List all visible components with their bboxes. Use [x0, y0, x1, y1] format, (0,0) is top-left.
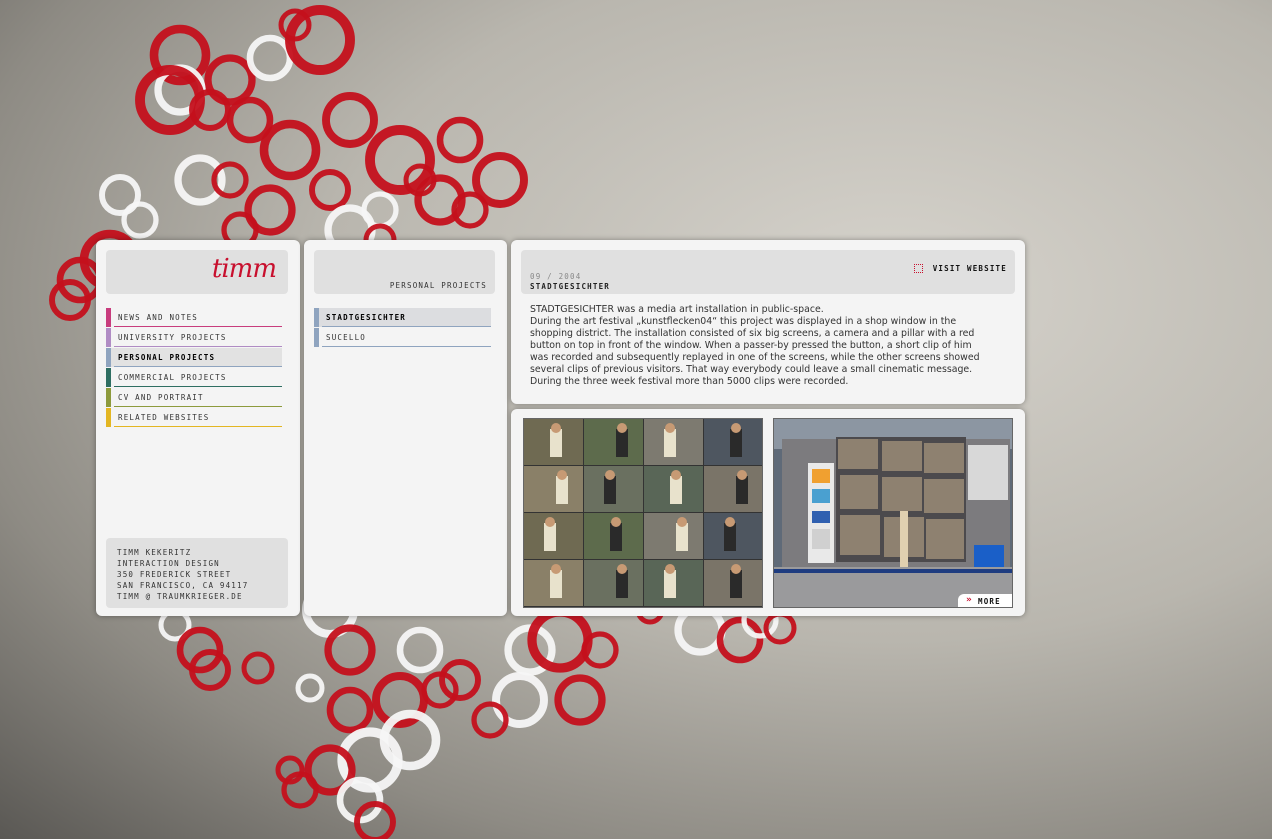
nav-item-label: Commercial Projects [118, 373, 227, 382]
contact-name: Timm Kekeritz [117, 548, 192, 557]
gallery-panel: » More [511, 409, 1025, 616]
description-line: was recorded and subsequently replayed i… [530, 352, 980, 363]
section-title: Personal Projects [389, 281, 487, 290]
project-list: Stadtgesichter Sucello [314, 308, 491, 348]
project-item[interactable]: Stadtgesichter [314, 308, 491, 327]
nav-item[interactable]: Commercial Projects [106, 368, 282, 387]
project-description: STADTGESICHTER was a media art installat… [530, 304, 1020, 388]
description-line: button on top in front of the window. Wh… [530, 340, 972, 351]
nav-item[interactable]: University Projects [106, 328, 282, 347]
description-line: several clips of previous visitors. That… [530, 364, 973, 375]
nav-item-label: News and Notes [118, 313, 199, 322]
description-line: STADTGESICHTER was a media art installat… [530, 304, 824, 315]
project-color-bar [314, 328, 319, 347]
nav-color-bar [106, 408, 111, 427]
contact-street: 350 Frederick Street [117, 570, 232, 579]
nav-item-label: Related Websites [118, 413, 210, 422]
more-button[interactable]: » More [958, 594, 1012, 607]
project-date: 09 / 2004 [530, 272, 582, 281]
description-line: During the art festival „kunstflecken04“… [530, 316, 957, 327]
project-detail-panel: 09 / 2004 Stadtgesichter Visit Website S… [511, 240, 1025, 404]
project-list-panel: Personal Projects Stadtgesichter Sucello [304, 240, 507, 616]
nav-item-label: University Projects [118, 333, 227, 342]
more-label: More [978, 597, 1001, 606]
photo-video-grid[interactable] [523, 418, 763, 608]
nav-item[interactable]: CV and Portrait [106, 388, 282, 407]
double-chevron-icon: » [966, 595, 972, 605]
nav-color-bar [106, 308, 111, 327]
visit-website-link[interactable]: Visit Website [913, 258, 1007, 277]
contact-role: Interaction Design [117, 559, 220, 568]
nav-color-bar [106, 388, 111, 407]
project-item-label: Stadtgesichter [326, 313, 407, 322]
project-underline [322, 326, 491, 327]
project-title: Stadtgesichter [530, 282, 611, 291]
detail-header: 09 / 2004 Stadtgesichter Visit Website [521, 250, 1015, 294]
nav-underline [114, 366, 282, 367]
project-color-bar [314, 308, 319, 327]
navigation-panel: timm News and Notes University Projects Pe… [96, 240, 300, 616]
description-line: During the three week festival more than… [530, 376, 849, 387]
nav-item-label: CV and Portrait [118, 393, 204, 402]
visit-website-label: Visit Website [932, 264, 1007, 273]
contact-block: Timm Kekeritz Interaction Design 350 Fre… [106, 538, 288, 608]
nav-item[interactable]: Personal Projects [106, 348, 282, 367]
logo[interactable]: timm [212, 254, 277, 284]
nav-color-bar [106, 348, 111, 367]
logo-header: timm [106, 250, 288, 294]
project-item-label: Sucello [326, 333, 367, 342]
project-item[interactable]: Sucello [314, 328, 491, 347]
nav-color-bar [106, 368, 111, 387]
main-nav: News and Notes University Projects Persona… [106, 308, 282, 428]
nav-underline [114, 326, 282, 327]
section-header: Personal Projects [314, 250, 495, 294]
contact-city: San Francisco, CA 94117 [117, 581, 249, 590]
nav-item[interactable]: Related Websites [106, 408, 282, 427]
description-line: shopping district. The installation cons… [530, 328, 975, 339]
nav-underline [114, 406, 282, 407]
photo-shop-window[interactable]: » More [773, 418, 1013, 608]
nav-item-label: Personal Projects [118, 353, 216, 362]
project-underline [322, 346, 491, 347]
nav-underline [114, 386, 282, 387]
nav-color-bar [106, 328, 111, 347]
contact-email[interactable]: Timm @ traumkrieger.de [117, 591, 248, 602]
nav-item[interactable]: News and Notes [106, 308, 282, 327]
nav-underline [114, 346, 282, 347]
external-link-icon [913, 264, 923, 273]
nav-underline [114, 426, 282, 427]
